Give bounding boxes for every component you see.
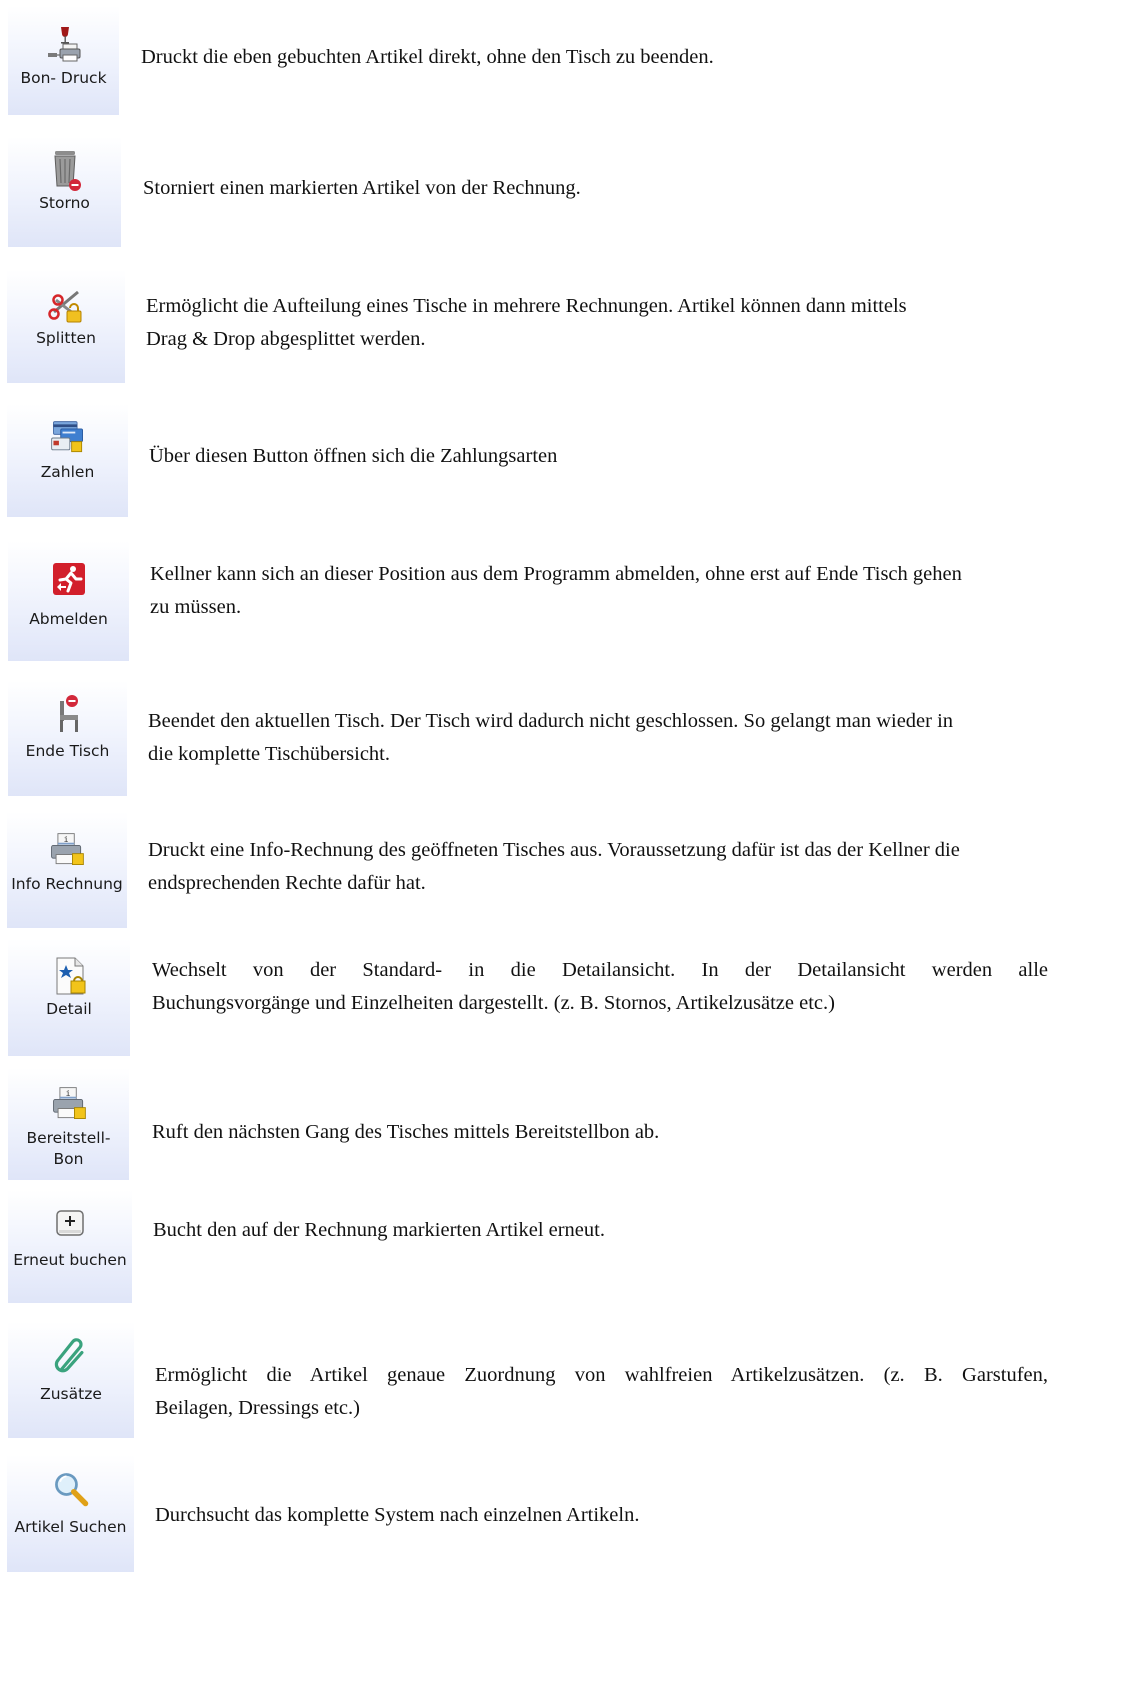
storno-description: Storniert einen markierten Artikel von d… [143,177,581,199]
bereitstell-bon-label-line-1: Bereitstell- [26,1129,111,1147]
detail-label: Detail [46,1000,92,1018]
splitten-description-line-1: Ermöglicht die Aufteilung eines Tische i… [146,295,907,317]
ende-tisch-label: Ende Tisch [25,742,110,760]
scissors-lock-icon [46,286,86,326]
zahlen-label: Zahlen [40,463,95,481]
plus-key-icon [50,1204,90,1244]
magnifier-icon [51,1469,91,1509]
abmelden-description: Kellner kann sich an dieser Position aus… [150,558,1049,624]
zusaetze-description: Ermöglicht die Artikel genaue Zuordnung … [155,1359,1048,1425]
ende-tisch-description-line-1: Beendet den aktuellen Tisch. Der Tisch w… [148,710,954,732]
detail-description-line-1: Wechselt von der Standard- in die Detail… [152,959,1048,981]
chair-stop-icon [48,695,88,735]
zahlen-button[interactable]: Zahlen [7,404,128,517]
artikel-suchen-description: Durchsucht das komplette System nach ein… [155,1504,640,1526]
info-rechnung-description-line-1: Druckt eine Info-Rechnung des geöffneten… [148,839,960,861]
bereitstell-bon-label-line-2: Bon [53,1150,84,1168]
erneut-buchen-button[interactable]: Erneut buchen [8,1190,132,1303]
bon-druck-button[interactable]: Bon- Druck [8,6,119,115]
zusaetze-label: Zusätze [40,1385,102,1403]
zahlen-description: Über diesen Button öffnen sich die Zahlu… [149,445,558,467]
storno-button[interactable]: Storno [8,137,121,247]
splitten-description-line-2: Drag & Drop abgesplittet werden. [146,328,426,350]
document-star-icon [49,957,89,997]
zusaetze-button[interactable]: Zusätze [8,1322,134,1438]
artikel-suchen-label: Artikel Suchen [14,1518,127,1536]
abmelden-label: Abmelden [29,610,108,628]
erneut-buchen-description: Bucht den auf der Rechnung markierten Ar… [153,1219,605,1241]
info-rechnung-label: Info Rechnung [11,875,123,893]
ende-tisch-description-line-2: die komplette Tischübersicht. [148,743,390,765]
abmelden-description-line-2: zu müssen. [150,596,242,618]
info-printer-icon: i [49,1084,89,1124]
detail-description: Wechselt von der Standard- in die Detail… [152,954,1048,1020]
zusaetze-description-line-2: Beilagen, Dressings etc.) [155,1397,360,1419]
splitten-description: Ermöglicht die Aufteilung eines Tische i… [146,290,907,356]
credit-cards-icon [48,418,88,458]
ende-tisch-button[interactable]: Ende Tisch [8,681,127,796]
zusaetze-description-line-1: Ermöglicht die Artikel genaue Zuordnung … [155,1364,1048,1386]
paperclip-icon [51,1338,91,1378]
artikel-suchen-button[interactable]: Artikel Suchen [7,1455,134,1572]
trash-delete-icon [45,151,85,191]
splitten-label: Splitten [36,329,96,347]
exit-runner-icon [49,559,89,599]
bon-druck-description: Druckt die eben gebuchten Artikel direkt… [141,46,714,68]
abmelden-description-line-1: Kellner kann sich an dieser Position aus… [150,563,962,585]
printer-wine-icon [44,24,84,64]
svg-text:i: i [65,1088,70,1098]
info-rechnung-button[interactable]: i Info Rechnung [7,812,127,928]
info-rechnung-description: Druckt eine Info-Rechnung des geöffneten… [148,834,1049,900]
svg-text:i: i [64,834,69,844]
info-printer-icon: i [47,830,87,870]
info-rechnung-description-line-2: endsprechenden Rechte dafür hat. [148,872,426,894]
detail-button[interactable]: Detail [8,939,130,1056]
bereitstell-bon-button[interactable]: i Bereitstell- Bon [8,1068,129,1180]
splitten-button[interactable]: Splitten [7,270,125,383]
bereitstell-bon-description: Ruft den nächsten Gang des Tisches mitte… [152,1121,660,1143]
ende-tisch-description: Beendet den aktuellen Tisch. Der Tisch w… [148,705,1049,771]
storno-label: Storno [39,194,90,212]
abmelden-button[interactable]: Abmelden [8,541,129,661]
bon-druck-label: Bon- Druck [20,69,107,87]
erneut-buchen-label: Erneut buchen [13,1251,127,1269]
detail-description-line-2: Buchungsvorgänge und Einzelheiten darges… [152,992,835,1014]
